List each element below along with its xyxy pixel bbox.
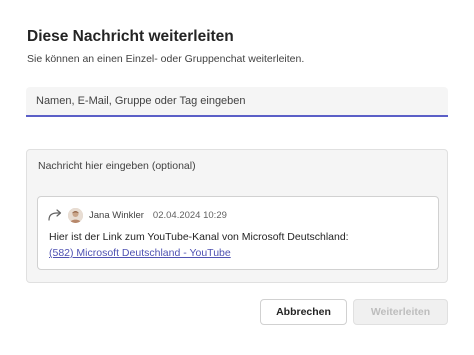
quoted-message-header: Jana Winkler 02.04.2024 10:29 — [48, 207, 227, 223]
forward-message-dialog: Diese Nachricht weiterleiten Sie können … — [0, 0, 474, 355]
quoted-message-text: Hier ist der Link zum YouTube-Kanal von … — [49, 231, 349, 243]
dialog-subtitle: Sie können an einen Einzel- oder Gruppen… — [27, 53, 305, 65]
recipient-search-field[interactable] — [26, 87, 448, 117]
recipient-search-input[interactable] — [36, 87, 448, 115]
sender-name: Jana Winkler — [89, 209, 144, 221]
sender-avatar — [68, 207, 83, 223]
dialog-title: Diese Nachricht weiterleiten — [27, 28, 234, 45]
quoted-message-link[interactable]: (582) Microsoft Deutschland - YouTube — [49, 247, 231, 259]
message-placeholder[interactable]: Nachricht hier eingeben (optional) — [38, 160, 196, 172]
cancel-button[interactable]: Abbrechen — [260, 299, 347, 325]
quoted-message-card: Jana Winkler 02.04.2024 10:29 Hier ist d… — [37, 196, 439, 270]
forward-arrow-icon — [48, 209, 62, 221]
message-timestamp: 02.04.2024 10:29 — [152, 209, 227, 221]
message-compose-box[interactable]: Nachricht hier eingeben (optional) Jana … — [26, 149, 448, 283]
forward-button[interactable]: Weiterleiten — [353, 299, 448, 325]
